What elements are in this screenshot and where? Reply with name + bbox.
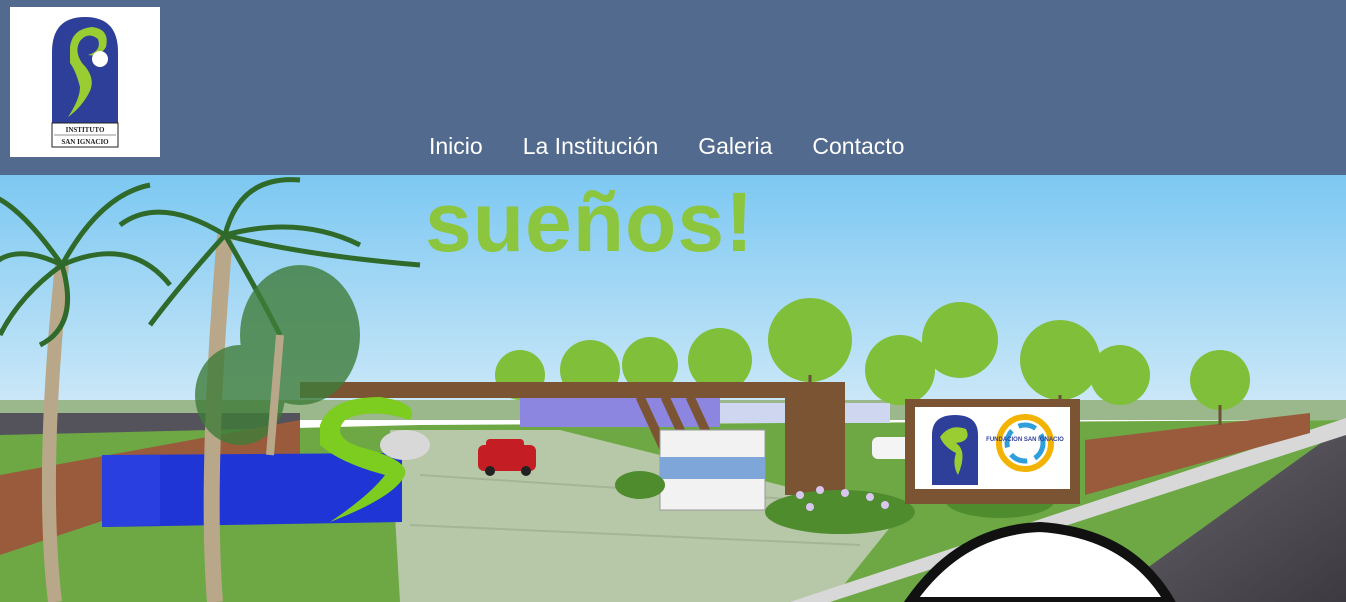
main-nav: Inicio La Institución Galeria Contacto <box>409 128 924 164</box>
hero-banner: FUNDACION SAN IGNACIO sueños! <box>0 175 1346 602</box>
logo-emblem-icon: INSTITUTO SAN IGNACIO <box>51 17 119 148</box>
logo-caption-line1: INSTITUTO <box>66 126 105 134</box>
site-logo[interactable]: INSTITUTO SAN IGNACIO <box>10 7 160 157</box>
signboard-text: FUNDACION SAN IGNACIO <box>986 437 1064 443</box>
entrance-portal <box>300 382 845 398</box>
site-header: INSTITUTO SAN IGNACIO Inicio La Instituc… <box>0 0 1346 175</box>
hero-headline: sueños! <box>425 175 755 269</box>
nav-item-contacto[interactable]: Contacto <box>792 128 924 164</box>
nav-item-inicio[interactable]: Inicio <box>409 128 503 164</box>
nav-item-galeria[interactable]: Galeria <box>678 128 792 164</box>
nav-item-la-institucion[interactable]: La Institución <box>503 128 679 164</box>
logo-caption-line2: SAN IGNACIO <box>61 138 109 146</box>
flower-bed <box>765 490 915 534</box>
